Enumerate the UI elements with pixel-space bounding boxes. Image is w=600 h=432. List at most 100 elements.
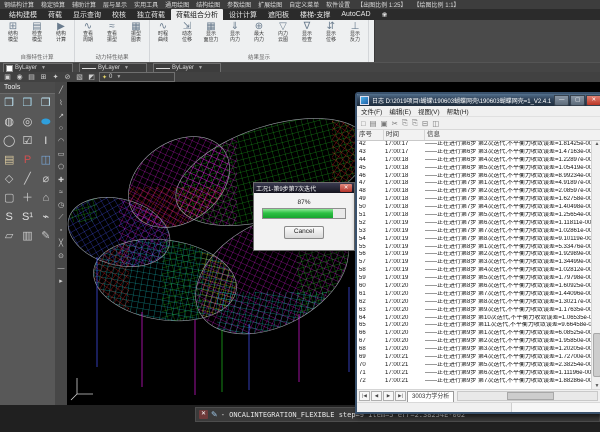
module-tab[interactable]: 楼梯-支撑 — [295, 9, 335, 20]
table-row[interactable]: 63 17:00:20 ——正在进行第8步 第9次迭代,不平衡力收敛误差=1.1… — [357, 307, 591, 315]
log-menu-item[interactable]: 编辑(E) — [389, 106, 411, 116]
ribbon-button[interactable]: ⇲ 动态 位移 — [175, 20, 199, 43]
tool-icon[interactable]: ▱ — [0, 227, 18, 246]
ribbon-button[interactable]: ▶ 结构 计算 — [49, 20, 73, 43]
table-row[interactable]: 56 17:00:19 ——正在进行第8步 第2次迭代,不平衡力收敛误差=1.9… — [357, 251, 591, 259]
table-row[interactable]: 64 17:00:20 ——正在进行第8步 第10次迭代,不平衡力收敛误差=1.… — [357, 315, 591, 323]
table-row[interactable]: 48 17:00:18 ——正在进行第7步 第2次迭代,不平衡力收敛误差=2.0… — [357, 188, 591, 196]
sheet-nav-button[interactable]: ▶ — [383, 391, 394, 401]
module-tab[interactable]: 结构建模 — [4, 9, 42, 20]
table-row[interactable]: 47 17:00:18 ——正在进行第7步 第1次迭代,不平衡力收敛误差=4.9… — [357, 180, 591, 188]
draw-tool-icon[interactable]: — — [58, 265, 65, 272]
layer-tool-icon[interactable]: ⊘ — [63, 73, 72, 81]
draw-tool-icon[interactable]: ▭ — [58, 150, 65, 158]
cancel-button[interactable]: Cancel — [284, 226, 324, 239]
minimize-icon[interactable]: — — [554, 95, 569, 106]
layer-combo[interactable]: ✦ 0 ▼ — [99, 72, 175, 82]
draw-tool-icon[interactable]: ⬠ — [58, 163, 64, 171]
draw-tool-icon[interactable]: ╳ — [59, 239, 63, 247]
ribbon-button[interactable]: ⊕ 最大 内力 — [247, 20, 271, 43]
draw-tool-icon[interactable]: ◠ — [58, 137, 64, 145]
layer-tool-icon[interactable]: ◉ — [15, 73, 24, 81]
log-toolbar-icon[interactable]: ⎘ — [402, 118, 408, 128]
ribbon-button[interactable]: ▽ 内力 云图 — [271, 20, 295, 43]
log-toolbar-icon[interactable]: ✂ — [392, 119, 398, 128]
tool-icon[interactable]: ⌀ — [37, 170, 55, 189]
draw-tool-icon[interactable]: ▫ — [60, 227, 62, 234]
tool-icon[interactable]: P — [18, 151, 36, 170]
draw-tool-icon[interactable]: ↗ — [58, 112, 64, 120]
ribbon-button[interactable]: ⇓ 显示 内力 — [223, 20, 247, 43]
table-row[interactable]: 59 17:00:19 ——正在进行第8步 第5次迭代,不平衡力收敛误差=1.7… — [357, 275, 591, 283]
vertical-scrollbar[interactable]: ▲ ▼ — [591, 141, 600, 389]
column-header-time[interactable]: 时间 — [384, 130, 425, 140]
module-tab[interactable]: 荷载组合分析 — [171, 9, 223, 20]
table-row[interactable]: 71 17:00:21 ——正在进行第9步 第6次迭代,不平衡力收敛误差=1.1… — [357, 370, 591, 378]
log-menu-item[interactable]: 帮助(H) — [447, 106, 469, 116]
ribbon-button[interactable]: ▦ 显示 面应力 — [199, 20, 223, 43]
table-row[interactable]: 57 17:00:19 ——正在进行第8步 第3次迭代,不平衡力收敛误差=1.3… — [357, 259, 591, 267]
close-icon[interactable]: ✕ — [340, 184, 352, 192]
menu-item[interactable]: 稳定验算 — [41, 0, 65, 9]
table-row[interactable]: 46 17:00:18 ——正在进行第6步 第6次迭代,不平衡力收敛误差=8.9… — [357, 173, 591, 181]
layer-tool-icon[interactable]: ▧ — [75, 73, 84, 81]
menu-item[interactable]: 实用工具 — [134, 0, 158, 9]
tool-icon[interactable]: I — [37, 132, 55, 151]
tool-icon[interactable]: S¹ — [18, 208, 36, 227]
table-row[interactable]: 45 17:00:18 ——正在进行第6步 第5次迭代,不平衡力收敛误差=1.0… — [357, 165, 591, 173]
table-row[interactable]: 72 17:00:21 ——正在进行第9步 第7次迭代,不平衡力收敛误差=1.8… — [357, 378, 591, 386]
tool-icon[interactable]: ✎ — [37, 227, 55, 246]
table-row[interactable]: 55 17:00:19 ——正在进行第8步 第1次迭代,不平衡力收敛误差=5.3… — [357, 244, 591, 252]
module-tab[interactable]: 显示查询 — [68, 9, 106, 20]
ribbon-button[interactable]: ⇵ 显示 位移 — [319, 20, 343, 43]
column-header-no[interactable]: 序号 — [357, 130, 384, 140]
draw-tool-icon[interactable]: ✚ — [58, 176, 64, 184]
table-row[interactable]: 61 17:00:20 ——正在进行第8步 第7次迭代,不平衡力收敛误差=1.4… — [357, 291, 591, 299]
table-row[interactable]: 68 17:00:20 ——正在进行第9步 第3次迭代,不平衡力收敛误差=1.2… — [357, 346, 591, 354]
layer-tool-icon[interactable]: ⊞ — [39, 73, 48, 81]
tool-icon[interactable]: ◇ — [0, 170, 18, 189]
menu-item[interactable]: 通用绘图 — [165, 0, 189, 9]
draw-tool-icon[interactable]: ▸ — [59, 277, 63, 285]
table-row[interactable]: 53 17:00:19 ——正在进行第7步 第7次迭代,不平衡力收敛误差=1.0… — [357, 228, 591, 236]
tool-icon[interactable]: ▤ — [0, 151, 18, 170]
table-row[interactable]: 52 17:00:19 ——正在进行第7步 第6次迭代,不平衡力收敛误差=1.1… — [357, 220, 591, 228]
tool-icon[interactable]: ◫ — [37, 151, 55, 170]
ribbon-button[interactable]: ∿ 时程 曲线 — [151, 20, 175, 43]
horizontal-scrollbar[interactable] — [457, 391, 598, 401]
maximize-icon[interactable]: ▢ — [570, 95, 585, 106]
table-row[interactable]: 50 17:00:18 ——正在进行第7步 第4次迭代,不平衡力收敛误差=1.4… — [357, 204, 591, 212]
ribbon-button[interactable]: ∿ 查看 周期 — [76, 20, 100, 43]
module-tab[interactable]: ❀ — [377, 10, 393, 20]
module-tab[interactable]: 设计计算 — [224, 9, 262, 20]
tool-icon[interactable]: ✎ — [211, 410, 218, 419]
layer-tool-icon[interactable]: ◩ — [87, 73, 96, 81]
menu-item[interactable]: 参数绘图 — [227, 0, 251, 9]
draw-tool-icon[interactable]: ◷ — [58, 201, 64, 209]
draw-tool-icon[interactable]: ⊙ — [58, 252, 64, 260]
table-row[interactable]: 58 17:00:19 ——正在进行第8步 第4次迭代,不平衡力收敛误差=1.0… — [357, 267, 591, 275]
ribbon-button[interactable]: ▤ 检查 模型 — [25, 20, 49, 43]
tool-icon[interactable]: ◎ — [18, 113, 36, 132]
log-menu-item[interactable]: 视图(V) — [418, 106, 440, 116]
log-toolbar-icon[interactable]: ▤ — [370, 119, 377, 128]
log-toolbar-icon[interactable]: ⎘ — [412, 118, 418, 128]
tool-icon[interactable]: ╱ — [18, 170, 36, 189]
menu-item[interactable]: 扩展绘图 — [258, 0, 282, 9]
ribbon-button[interactable]: ▦ 振型 图表 — [124, 20, 148, 43]
sheet-nav-button[interactable]: |◀ — [359, 391, 370, 401]
table-row[interactable]: 54 17:00:19 ——正在进行第7步 第8次迭代,不平衡力收敛误差=9.1… — [357, 236, 591, 244]
layer-tool-icon[interactable]: ▣ — [3, 73, 12, 81]
log-toolbar-icon[interactable]: ⊟ — [422, 119, 428, 128]
layer-tool-icon[interactable]: ▤ — [27, 73, 36, 81]
tool-icon[interactable]: ❒ — [37, 94, 55, 113]
module-tab[interactable]: 荷载 — [43, 9, 67, 20]
menu-item[interactable]: 【出图比例 1:25】 — [357, 0, 406, 9]
scroll-up-icon[interactable]: ▲ — [595, 141, 600, 147]
log-toolbar-icon[interactable]: ◫ — [432, 119, 439, 128]
table-row[interactable]: 42 17:00:17 ——正在进行第6步 第2次迭代,不平衡力收敛误差=1.8… — [357, 141, 591, 149]
tool-icon[interactable]: ⬬ — [37, 113, 55, 132]
table-row[interactable]: 66 17:00:20 ——正在进行第9步 第1次迭代,不平衡力收敛误差=6.0… — [357, 330, 591, 338]
tool-icon[interactable]: ▥ — [18, 227, 36, 246]
draw-tool-icon[interactable]: ╱ — [59, 86, 63, 94]
